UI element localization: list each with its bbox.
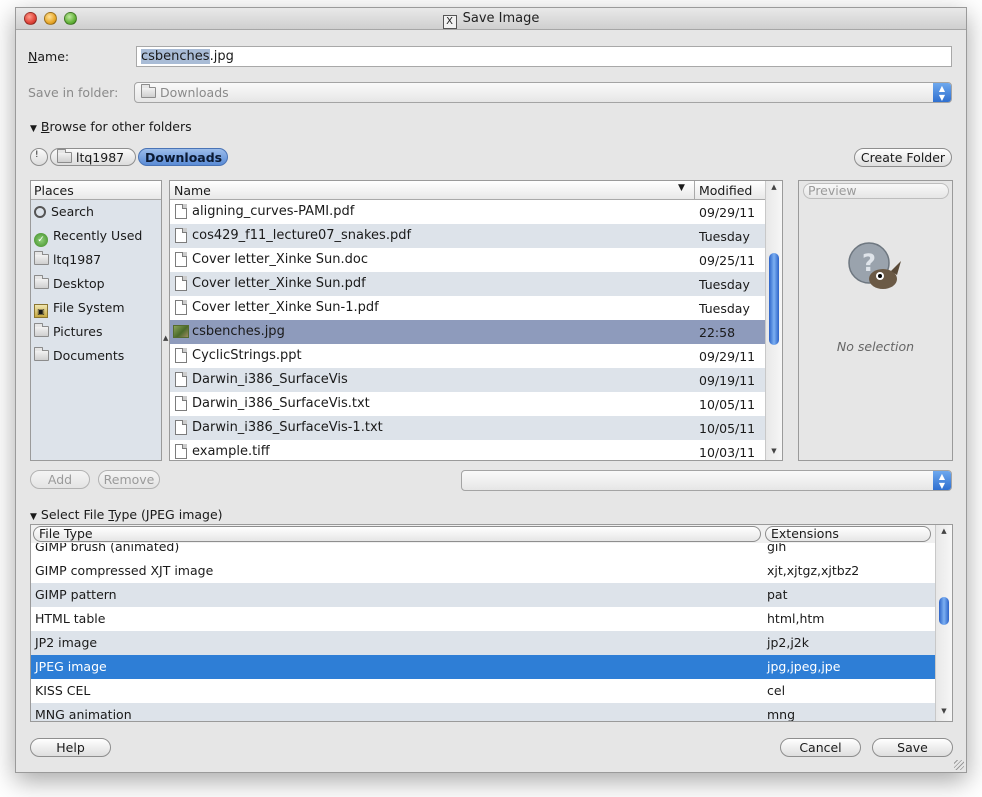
- expander-triangle-icon: ▼: [30, 512, 37, 522]
- document-icon: [175, 276, 187, 291]
- cancel-button[interactable]: Cancel: [780, 738, 861, 757]
- folder-icon: [34, 251, 49, 265]
- expander-triangle-icon: ▼: [30, 124, 37, 134]
- add-place-button[interactable]: Add: [30, 470, 90, 489]
- file-row[interactable]: cos429_f11_lecture07_snakes.pdf Tuesday: [170, 224, 766, 248]
- file-type-header: File Type Extensions: [31, 525, 936, 543]
- scrollbar-thumb[interactable]: [939, 597, 949, 625]
- document-icon: [175, 396, 187, 411]
- place-recently-used[interactable]: ✓ Recently Used: [31, 224, 161, 248]
- place-search[interactable]: Search: [31, 200, 161, 224]
- place-pictures[interactable]: Pictures: [31, 320, 161, 344]
- file-list-scrollbar[interactable]: ▲ ▼: [765, 181, 782, 460]
- save-in-folder-combo[interactable]: Downloads ▲ ▼: [134, 82, 952, 103]
- file-row[interactable]: Darwin_i386_SurfaceVis 09/19/11: [170, 368, 766, 392]
- remove-place-button[interactable]: Remove: [98, 470, 160, 489]
- place-file-system[interactable]: ▣ File System: [31, 296, 161, 320]
- file-type-row[interactable]: GIMP pattern pat: [31, 583, 936, 607]
- file-row[interactable]: CyclicStrings.ppt 09/29/11: [170, 344, 766, 368]
- document-icon: [175, 372, 187, 387]
- file-row[interactable]: Cover letter_Xinke Sun.pdf Tuesday: [170, 272, 766, 296]
- create-folder-button[interactable]: Create Folder: [854, 148, 952, 167]
- path-toggle-button[interactable]: !: [30, 148, 48, 166]
- path-button-downloads[interactable]: Downloads: [138, 148, 228, 166]
- file-type-table: GIMP brush (animated) gih GIMP compressed…: [30, 524, 953, 722]
- document-icon: [175, 228, 187, 243]
- document-icon: [175, 252, 187, 267]
- recently-used-icon: ✓: [34, 233, 48, 247]
- column-header-modified[interactable]: Modified: [699, 183, 752, 198]
- folder-icon: [34, 347, 49, 361]
- place-documents[interactable]: Documents: [31, 344, 161, 368]
- image-thumbnail-icon: [173, 325, 189, 338]
- place-home[interactable]: ltq1987: [31, 248, 161, 272]
- folder-icon: [34, 323, 49, 337]
- column-header-extensions[interactable]: Extensions: [765, 526, 931, 542]
- file-row[interactable]: aligning_curves-PAMI.pdf 09/29/11: [170, 200, 766, 224]
- preview-pane: Preview ? No selection: [798, 180, 953, 461]
- column-divider[interactable]: [694, 181, 695, 200]
- window-title: X Save Image: [16, 11, 966, 29]
- document-icon: [175, 420, 187, 435]
- file-type-expander[interactable]: ▼ Select File Type (JPEG image): [30, 507, 223, 522]
- folder-icon: [57, 149, 72, 163]
- column-header-name[interactable]: Name: [174, 183, 211, 198]
- x11-icon: X: [442, 15, 457, 29]
- hard-drive-icon: ▣: [34, 304, 48, 318]
- places-header[interactable]: Places: [31, 181, 161, 200]
- document-icon: [175, 444, 187, 459]
- scroll-down-icon[interactable]: ▼: [766, 447, 782, 459]
- column-header-file-type[interactable]: File Type: [33, 526, 761, 542]
- file-row[interactable]: Darwin_i386_SurfaceVis.txt 10/05/11: [170, 392, 766, 416]
- browse-folders-expander[interactable]: ▼ Browse for other folders: [30, 119, 192, 134]
- file-type-row[interactable]: GIMP compressed XJT image xjt,xjtgz,xjtbz…: [31, 559, 936, 583]
- file-type-scrollbar[interactable]: ▲ ▼: [935, 525, 952, 721]
- file-list: Name ▼ Modified aligning_curves-PAMI.pdf…: [169, 180, 783, 461]
- combo-arrows-icon: ▲ ▼: [933, 471, 951, 490]
- pane-resize-icon[interactable]: ▲: [163, 334, 168, 342]
- sort-descending-icon: ▼: [678, 183, 685, 193]
- scroll-up-icon[interactable]: ▲: [766, 183, 782, 195]
- file-type-row-selected[interactable]: JPEG image jpg,jpeg,jpe: [31, 655, 936, 679]
- file-row[interactable]: Cover letter_Xinke Sun.doc 09/25/11: [170, 248, 766, 272]
- document-icon: [175, 204, 187, 219]
- help-button[interactable]: Help: [30, 738, 111, 757]
- document-icon: [175, 348, 187, 363]
- name-label: Name:: [28, 49, 70, 64]
- file-list-header: Name ▼ Modified: [170, 181, 766, 200]
- search-icon: [34, 206, 46, 218]
- no-selection-text: No selection: [836, 339, 915, 354]
- file-row[interactable]: Cover letter_Xinke Sun-1.pdf Tuesday: [170, 296, 766, 320]
- place-desktop[interactable]: Desktop: [31, 272, 161, 296]
- combo-arrows-icon: ▲ ▼: [933, 83, 951, 102]
- file-row[interactable]: Darwin_i386_SurfaceVis-1.txt 10/05/11: [170, 416, 766, 440]
- save-button[interactable]: Save: [872, 738, 953, 757]
- save-in-folder-label: Save in folder:: [28, 85, 119, 100]
- places-pane: Places Search ✓ Recently Used ltq1987 Des…: [30, 180, 162, 461]
- folder-icon: [141, 84, 156, 98]
- scroll-up-icon[interactable]: ▲: [936, 527, 952, 539]
- preview-header: Preview: [803, 183, 949, 199]
- save-image-dialog: X Save Image Name: csbenches.jpg Save in …: [15, 7, 967, 773]
- title-bar: X Save Image: [16, 8, 966, 30]
- gimp-question-icon: ?: [848, 242, 901, 289]
- document-icon: [175, 300, 187, 315]
- file-type-row[interactable]: HTML table html,htm: [31, 607, 936, 631]
- scroll-down-icon[interactable]: ▼: [936, 707, 952, 719]
- path-button-home[interactable]: ltq1987: [50, 148, 136, 166]
- file-type-row[interactable]: MNG animation mng: [31, 703, 936, 721]
- folder-icon: [34, 275, 49, 289]
- file-row-selected[interactable]: csbenches.jpg 22:58: [170, 320, 766, 344]
- name-input[interactable]: csbenches.jpg: [136, 46, 952, 67]
- file-filter-combo[interactable]: ▲ ▼: [461, 470, 952, 491]
- resize-grip-icon[interactable]: [954, 760, 964, 770]
- scrollbar-thumb[interactable]: [769, 253, 779, 345]
- file-type-row[interactable]: KISS CEL cel: [31, 679, 936, 703]
- file-type-row[interactable]: JP2 image jp2,j2k: [31, 631, 936, 655]
- file-row[interactable]: example.tiff 10/03/11: [170, 440, 766, 460]
